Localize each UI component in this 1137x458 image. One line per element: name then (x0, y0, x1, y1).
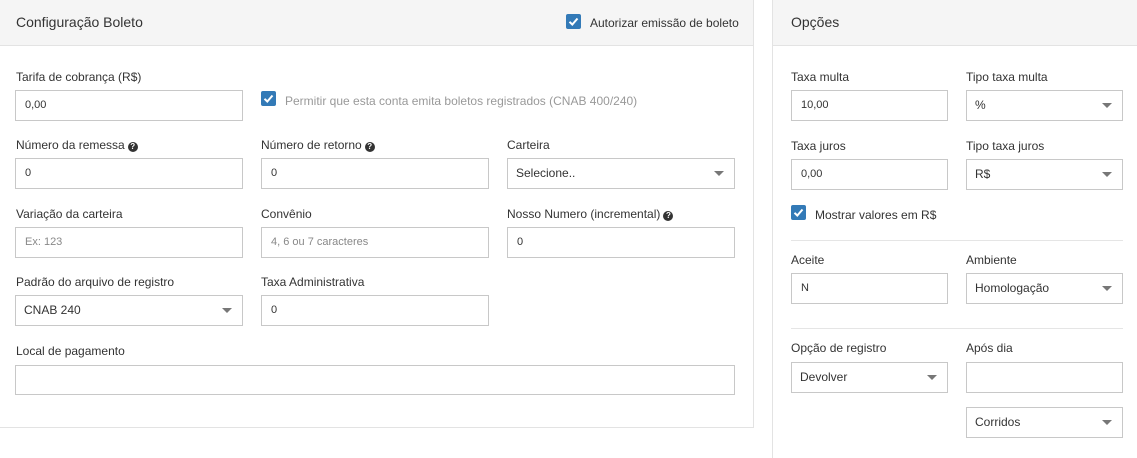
options-panel: Opções Taxa multa 10,00 Tipo taxa multa … (772, 0, 1137, 458)
convenio-label: Convênio (261, 207, 312, 221)
tarifa-input[interactable]: 0,00 (15, 90, 243, 121)
dias-tipo-select[interactable]: Corridos (966, 407, 1123, 438)
numero-retorno-input[interactable]: 0 (261, 158, 489, 189)
numero-remessa-label-text: Número da remessa (16, 138, 125, 152)
opcao-registro-select[interactable]: Devolver (791, 362, 948, 393)
check-icon (793, 208, 804, 217)
taxa-admin-input[interactable]: 0 (261, 295, 489, 326)
numero-remessa-input[interactable]: 0 (15, 158, 243, 189)
dias-tipo-select-value: Corridos (975, 415, 1021, 429)
taxa-multa-input[interactable]: 10,00 (791, 90, 948, 121)
variacao-carteira-label: Variação da carteira (16, 207, 123, 221)
local-pagamento-label: Local de pagamento (16, 344, 125, 358)
taxa-juros-label: Taxa juros (791, 139, 846, 153)
ambiente-select[interactable]: Homologação (966, 273, 1123, 304)
nosso-numero-input[interactable]: 0 (507, 227, 735, 258)
tipo-taxa-juros-label: Tipo taxa juros (966, 139, 1045, 153)
taxa-admin-label: Taxa Administrativa (261, 275, 365, 289)
help-icon[interactable]: ? (663, 211, 674, 221)
opcao-registro-select-value: Devolver (800, 370, 848, 384)
help-icon[interactable]: ? (127, 142, 138, 152)
opcao-registro-label: Opção de registro (791, 341, 887, 355)
tipo-taxa-multa-select[interactable]: % (966, 90, 1123, 121)
ambiente-label: Ambiente (966, 253, 1017, 267)
apos-dia-label: Após dia (966, 341, 1013, 355)
padrao-arquivo-select-value: CNAB 240 (24, 303, 81, 317)
divider (791, 328, 1123, 329)
taxa-juros-input[interactable]: 0,00 (791, 159, 948, 190)
aceite-label: Aceite (791, 253, 825, 267)
authorize-boleto-label[interactable]: Autorizar emissão de boleto (590, 16, 739, 30)
carteira-select[interactable]: Selecione.. (507, 158, 735, 189)
aceite-input[interactable]: N (791, 273, 948, 304)
tipo-taxa-juros-select-value: R$ (975, 167, 991, 181)
convenio-input[interactable]: 4, 6 ou 7 caracteres (261, 227, 489, 258)
chevron-down-icon (1102, 172, 1112, 177)
options-header: Opções (773, 0, 1137, 46)
chevron-down-icon (927, 375, 937, 380)
authorize-boleto-checkbox[interactable] (566, 14, 581, 29)
chevron-down-icon (1102, 286, 1112, 291)
apos-dia-input[interactable] (966, 362, 1123, 393)
chevron-down-icon (222, 308, 232, 313)
nosso-numero-label-text: Nosso Numero (incremental) (507, 207, 661, 221)
numero-remessa-label: Número da remessa? (16, 138, 138, 152)
carteira-select-value: Selecione.. (516, 166, 576, 180)
variacao-carteira-input[interactable]: Ex: 123 (15, 227, 243, 258)
divider (791, 240, 1123, 241)
local-pagamento-input[interactable] (15, 365, 735, 395)
tipo-taxa-multa-label: Tipo taxa multa (966, 70, 1048, 84)
options-title: Opções (791, 14, 840, 30)
check-icon (263, 94, 274, 103)
registrados-checkbox[interactable] (261, 91, 276, 106)
boleto-config-title: Configuração Boleto (16, 14, 143, 30)
padrao-arquivo-select[interactable]: CNAB 240 (15, 295, 243, 326)
carteira-label: Carteira (507, 138, 550, 152)
tarifa-label: Tarifa de cobrança (R$) (16, 70, 142, 84)
padrao-arquivo-label: Padrão do arquivo de registro (16, 275, 175, 289)
chevron-down-icon (714, 171, 724, 176)
boleto-config-header: Configuração Boleto Autorizar emissão de… (0, 0, 753, 46)
mostrar-valores-checkbox[interactable] (791, 205, 806, 220)
help-icon[interactable]: ? (364, 142, 375, 152)
nosso-numero-label: Nosso Numero (incremental)? (507, 207, 674, 221)
chevron-down-icon (1102, 103, 1112, 108)
tipo-taxa-juros-select[interactable]: R$ (966, 159, 1123, 190)
chevron-down-icon (1102, 420, 1112, 425)
tipo-taxa-multa-select-value: % (975, 98, 986, 112)
ambiente-select-value: Homologação (975, 281, 1050, 295)
taxa-multa-label: Taxa multa (791, 70, 850, 84)
registrados-label[interactable]: Permitir que esta conta emita boletos re… (285, 94, 637, 108)
numero-retorno-label: Número de retorno? (261, 138, 375, 152)
mostrar-valores-label[interactable]: Mostrar valores em R$ (815, 208, 936, 222)
numero-retorno-label-text: Número de retorno (261, 138, 362, 152)
check-icon (568, 17, 579, 26)
boleto-config-panel: Configuração Boleto Autorizar emissão de… (0, 0, 754, 428)
